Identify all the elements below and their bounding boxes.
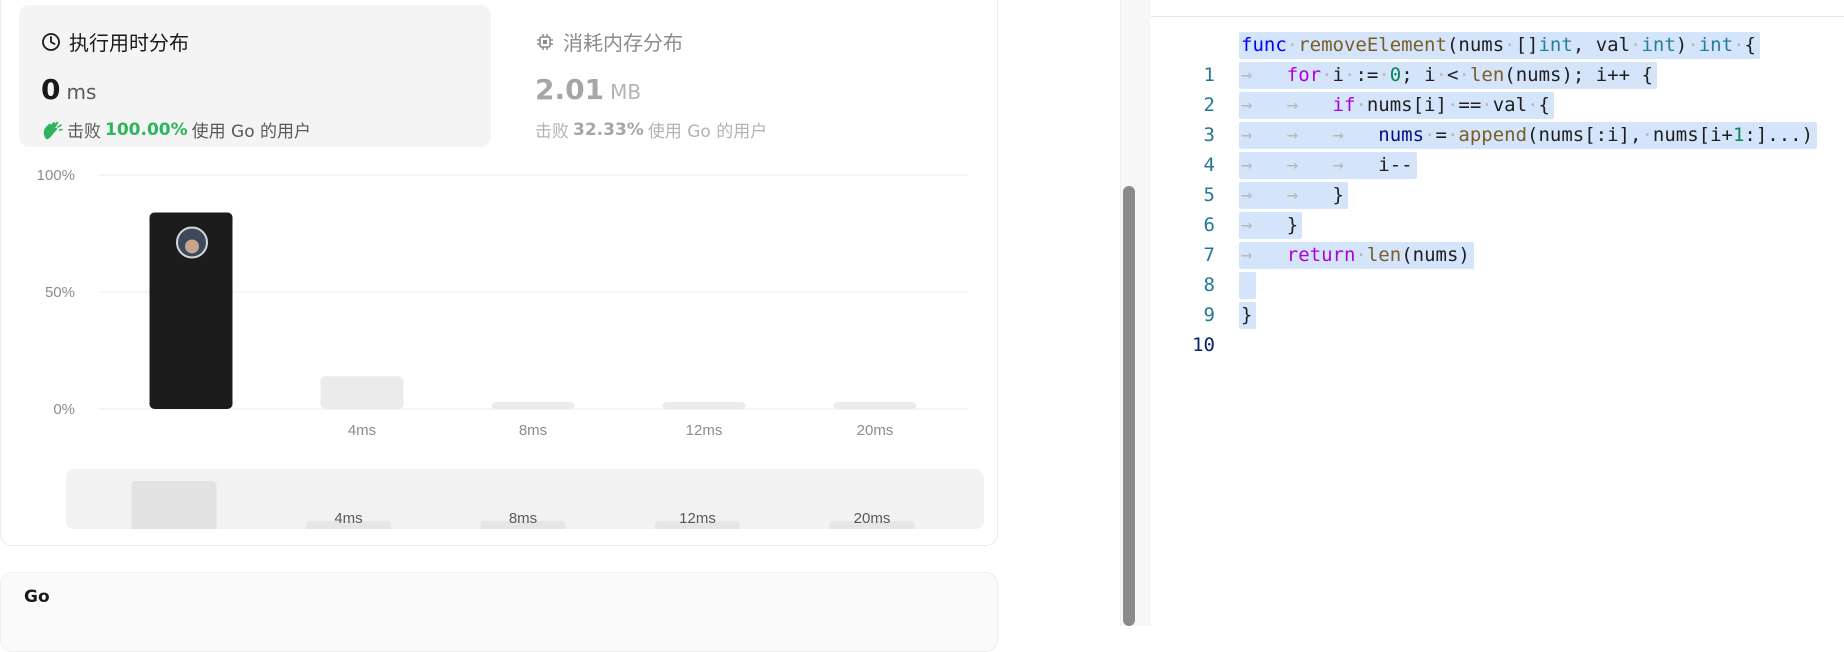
- runtime-distribution-chart: 100% 50% 0% 4ms 8ms 12ms 20ms: [1, 157, 999, 437]
- y-tick-label: 100%: [37, 167, 75, 184]
- runtime-beat-percent: 100.00%: [105, 119, 188, 140]
- memory-beat-suffix: 使用 Go 的用户: [647, 122, 768, 142]
- avatar-face: [185, 239, 199, 254]
- mini-bar: [131, 481, 217, 529]
- bar[interactable]: [491, 401, 575, 409]
- code-line: 3 → → if·nums[i]·==·val·{: [1151, 90, 1844, 146]
- code-line: 7 → }: [1151, 210, 1844, 266]
- chip-icon: [537, 33, 553, 50]
- code-line: 5 → → → i--: [1151, 150, 1844, 206]
- memory-beat-prefix: 击败: [535, 122, 569, 142]
- memory-unit: MB: [610, 80, 642, 104]
- y-tick-label: 50%: [45, 284, 75, 301]
- editor-toolbar: [1151, 0, 1844, 17]
- runtime-beat-suffix: 使用 Go 的用户: [191, 122, 312, 142]
- memory-title: 消耗内存分布: [563, 31, 683, 55]
- mini-tick-label: 4ms: [334, 510, 362, 527]
- code-line: 1 func·removeElement(nums·[]int, val·int…: [1151, 30, 1844, 86]
- line-number: 10: [1192, 334, 1215, 356]
- y-tick-label: 0%: [53, 401, 75, 418]
- result-card: 执行用时分布 0 ms 击败 100.00% 使用 Go 的用户 消耗内存分布 …: [0, 0, 998, 546]
- x-tick-label: 4ms: [348, 422, 376, 437]
- code-line: 4 → → → nums·=·append(nums[:i],·nums[i+1…: [1151, 120, 1844, 176]
- memory-beat-percent: 32.33%: [573, 119, 644, 140]
- language-label: Go: [24, 587, 50, 607]
- mini-tick-label: 12ms: [679, 510, 716, 527]
- scrollbar-thumb[interactable]: [1123, 186, 1135, 626]
- code-line: 2 → for·i·:=·0; i·<·len(nums); i++ {: [1151, 60, 1844, 116]
- language-section: Go: [0, 572, 998, 652]
- runtime-stat-card[interactable]: 执行用时分布 0 ms 击败 100.00% 使用 Go 的用户: [19, 5, 491, 147]
- code-line: 9: [1151, 270, 1844, 326]
- runtime-title: 执行用时分布: [69, 31, 189, 55]
- x-tick-label: 20ms: [857, 422, 894, 437]
- bar[interactable]: [320, 376, 404, 409]
- runtime-unit: ms: [66, 80, 97, 104]
- submission-result-panel: 执行用时分布 0 ms 击败 100.00% 使用 Go 的用户 消耗内存分布 …: [0, 0, 1140, 652]
- x-tick-label: 8ms: [519, 422, 547, 437]
- code-area[interactable]: 1 func·removeElement(nums·[]int, val·int…: [1151, 30, 1844, 356]
- runtime-value: 0: [41, 73, 61, 106]
- mini-tick-label: 8ms: [509, 510, 537, 527]
- runtime-beat-prefix: 击败: [67, 122, 101, 142]
- code-line: 8 → return·len(nums): [1151, 240, 1844, 296]
- clock-icon: [42, 32, 60, 51]
- runtime-chart-svg: 100% 50% 0% 4ms 8ms 12ms 20ms: [37, 167, 969, 437]
- clap-icon: [43, 121, 63, 139]
- mini-tick-label: 20ms: [854, 510, 891, 527]
- x-tick-label: 12ms: [686, 422, 723, 437]
- code-line: 10 }: [1151, 300, 1844, 356]
- mini-chart-svg: 4ms 8ms 12ms 20ms: [131, 481, 915, 529]
- memory-value: 2.01: [535, 73, 605, 106]
- code-line: 6 → → }: [1151, 180, 1844, 236]
- code-editor[interactable]: 1 func·removeElement(nums·[]int, val·int…: [1151, 0, 1844, 626]
- bar[interactable]: [662, 401, 746, 409]
- bar[interactable]: [833, 401, 917, 409]
- chart-range-navigator[interactable]: 4ms 8ms 12ms 20ms: [66, 469, 984, 529]
- memory-stat-card[interactable]: 消耗内存分布 2.01 MB 击败 32.33% 使用 Go 的用户: [535, 5, 975, 147]
